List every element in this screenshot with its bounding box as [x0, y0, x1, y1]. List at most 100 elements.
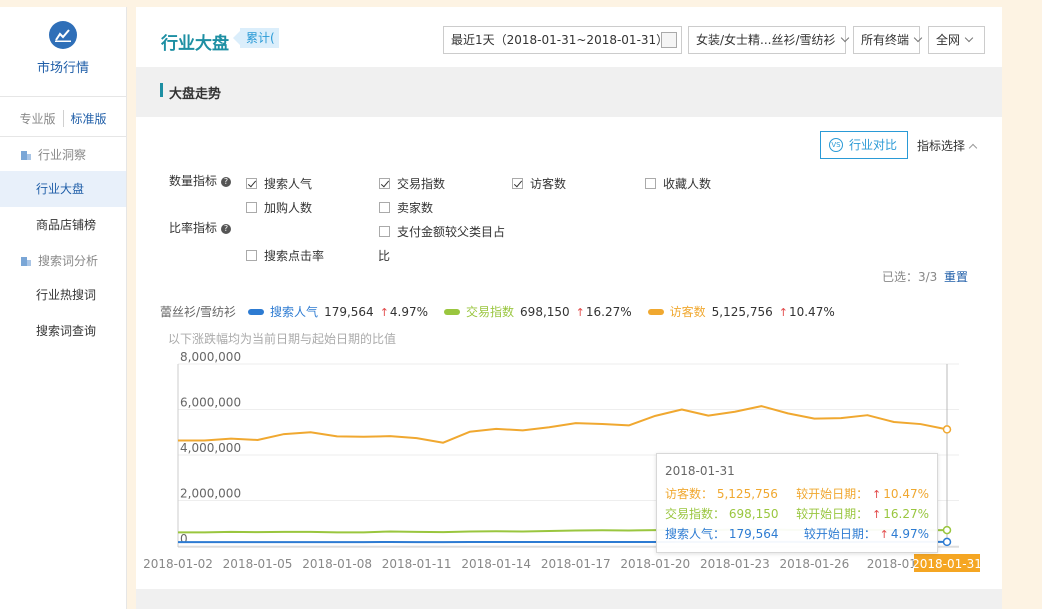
nav-group-industry-insight[interactable]: 行业洞察	[0, 137, 126, 171]
checkbox-favorites[interactable]: 收藏人数	[645, 175, 711, 192]
y-tick-label: 0	[180, 532, 188, 546]
category-value: 女装/女士精...丝衫/雪纺衫	[696, 33, 836, 47]
x-tick-label: 2018-01-11	[382, 557, 452, 571]
legend-change: 10.47%	[779, 305, 835, 319]
terminal-value: 所有终端	[861, 33, 910, 47]
series-point	[942, 537, 952, 547]
category-select[interactable]: 女装/女士精...丝衫/雪纺衫	[688, 26, 849, 54]
tooltip-compare-label: 较开始日期：	[796, 487, 869, 501]
checkbox-box[interactable]	[379, 226, 390, 237]
network-select[interactable]: 全网	[928, 26, 985, 54]
x-tick-label: 2018-01-14	[461, 557, 531, 571]
help-icon[interactable]: ?	[221, 224, 232, 234]
legend-item-trade-index[interactable]: 交易指数 698,150 16.27%	[444, 303, 632, 320]
tooltip-name: 搜索人气：	[665, 527, 726, 541]
checkbox-label: 交易指数	[397, 177, 446, 191]
x-tick-label: 2018-01-26	[780, 557, 850, 571]
chevron-up-icon	[968, 143, 978, 153]
help-icon[interactable]: ?	[221, 177, 232, 187]
legend-swatch	[647, 308, 664, 315]
nav-group-label: 行业洞察	[38, 147, 87, 162]
checkbox-box[interactable]	[379, 178, 390, 189]
section-title: 大盘走势	[169, 87, 222, 102]
building-icon	[21, 151, 31, 160]
checkbox-box[interactable]	[246, 178, 257, 189]
main-panel: 行业大盘 累计( 最近1天（2018-01-31~2018-01-31） 女装/…	[136, 7, 1002, 609]
checkbox-search-ctr[interactable]: 搜索点击率	[246, 247, 324, 264]
legend-change: 4.97%	[380, 305, 428, 319]
x-tick-label: 2018-01-31	[912, 557, 982, 571]
industry-compare-button[interactable]: VS 行业对比	[820, 131, 909, 159]
section-header: 大盘走势	[136, 67, 1002, 117]
checkbox-sellers[interactable]: 卖家数	[379, 199, 433, 216]
tooltip-change: 16.27%	[883, 507, 929, 521]
indicator-select-toggle[interactable]: 指标选择	[917, 137, 978, 154]
checkbox-box[interactable]	[645, 178, 656, 189]
x-tick-label: 2018-01-08	[302, 557, 372, 571]
cumulative-tag[interactable]: 累计(	[233, 28, 279, 48]
ratio-label-text: 比率指标	[169, 221, 218, 235]
reset-link[interactable]: 重置	[944, 268, 968, 285]
section-accent-bar	[160, 83, 163, 97]
chevron-down-icon	[964, 33, 974, 43]
tooltip-date: 2018-01-31	[665, 464, 735, 478]
x-tick-label: 2018-01-05	[223, 557, 293, 571]
checkbox-box[interactable]	[246, 202, 257, 213]
x-tick-label: 2018-01-20	[620, 557, 690, 571]
checkbox-search-popularity[interactable]: 搜索人气	[246, 175, 312, 192]
checkbox-payment-ratio[interactable]: 支付金额较父类目占	[379, 223, 505, 240]
checkbox-box[interactable]	[246, 250, 257, 261]
legend-name: 搜索人气	[270, 305, 319, 319]
selected-count: 已选：3/3	[882, 270, 938, 284]
sidebar-item-industry-overview[interactable]: 行业大盘	[0, 171, 126, 207]
legend-name: 交易指数	[466, 305, 515, 319]
nav-group-search-analysis[interactable]: 搜索词分析	[0, 243, 126, 277]
nav-group-label: 搜索词分析	[38, 253, 99, 268]
building-icon	[21, 257, 31, 266]
tooltip-value: 5,125,756	[716, 487, 778, 501]
page-title: 行业大盘	[161, 34, 229, 54]
checkbox-box[interactable]	[379, 202, 390, 213]
series-line	[178, 405, 948, 444]
x-tick-label: 2018-01-23	[700, 557, 770, 571]
tooltip-value: 698,150	[728, 507, 779, 521]
legend-row: 蕾丝衫/雪纺衫 搜索人气 179,564 4.97% 交易指数 698,150 …	[160, 303, 851, 320]
arrow-up-icon: ↑	[872, 508, 882, 521]
sidebar-item-hot-search[interactable]: 行业热搜词	[0, 277, 126, 313]
compare-label: 行业对比	[849, 138, 898, 152]
version-standard-tab[interactable]: 标准版	[62, 110, 114, 127]
market-chart-icon	[49, 21, 77, 49]
legend-change: 16.27%	[576, 305, 632, 319]
checkbox-label: 卖家数	[397, 201, 434, 215]
legend-item-search-popularity[interactable]: 搜索人气 179,564 4.97%	[248, 303, 428, 320]
checkbox-add-cart[interactable]: 加购人数	[246, 199, 312, 216]
legend-value: 5,125,756	[711, 304, 773, 319]
tooltip-change: 4.97%	[890, 527, 929, 541]
tooltip-name: 访客数：	[665, 487, 714, 501]
calendar-icon[interactable]	[661, 32, 677, 48]
legend-value: 698,150	[520, 304, 570, 319]
date-range-select[interactable]: 最近1天（2018-01-31~2018-01-31）	[443, 26, 682, 54]
series-point	[942, 425, 952, 434]
terminal-select[interactable]: 所有终端	[853, 26, 923, 54]
checkbox-visitors[interactable]: 访客数	[512, 175, 566, 192]
checkbox-label: 访客数	[530, 177, 567, 191]
checkbox-trade-index[interactable]: 交易指数	[379, 175, 445, 192]
tooltip-change: 10.47%	[883, 487, 929, 501]
quantity-indicator-label: 数量指标?	[169, 172, 232, 189]
version-pro-tab[interactable]: 专业版	[12, 110, 62, 127]
x-tick-label: 2018-01-02	[143, 557, 213, 571]
sidebar: 市场行情 专业版 标准版 行业洞察 行业大盘 商品店铺榜 搜索词分析 行业热搜词…	[0, 7, 127, 609]
sidebar-item-store-ranking[interactable]: 商品店铺榜	[0, 207, 126, 243]
y-tick-label: 2,000,000	[180, 487, 241, 501]
quantity-label-text: 数量指标	[169, 174, 218, 188]
legend-item-visitors[interactable]: 访客数 5,125,756 10.47%	[647, 303, 835, 320]
legend-value: 179,564	[324, 304, 374, 319]
vs-icon: VS	[829, 138, 843, 152]
brand-name: 市场行情	[36, 61, 89, 76]
checkbox-box[interactable]	[512, 178, 523, 189]
tooltip-row-trade-index: 交易指数： 698,150 较开始日期： ↑ 16.27%	[665, 505, 929, 525]
x-tick-label: 2018-01-17	[541, 557, 611, 571]
sidebar-item-keyword-query[interactable]: 搜索词查询	[0, 313, 126, 349]
checkbox-label: 收藏人数	[663, 177, 712, 191]
